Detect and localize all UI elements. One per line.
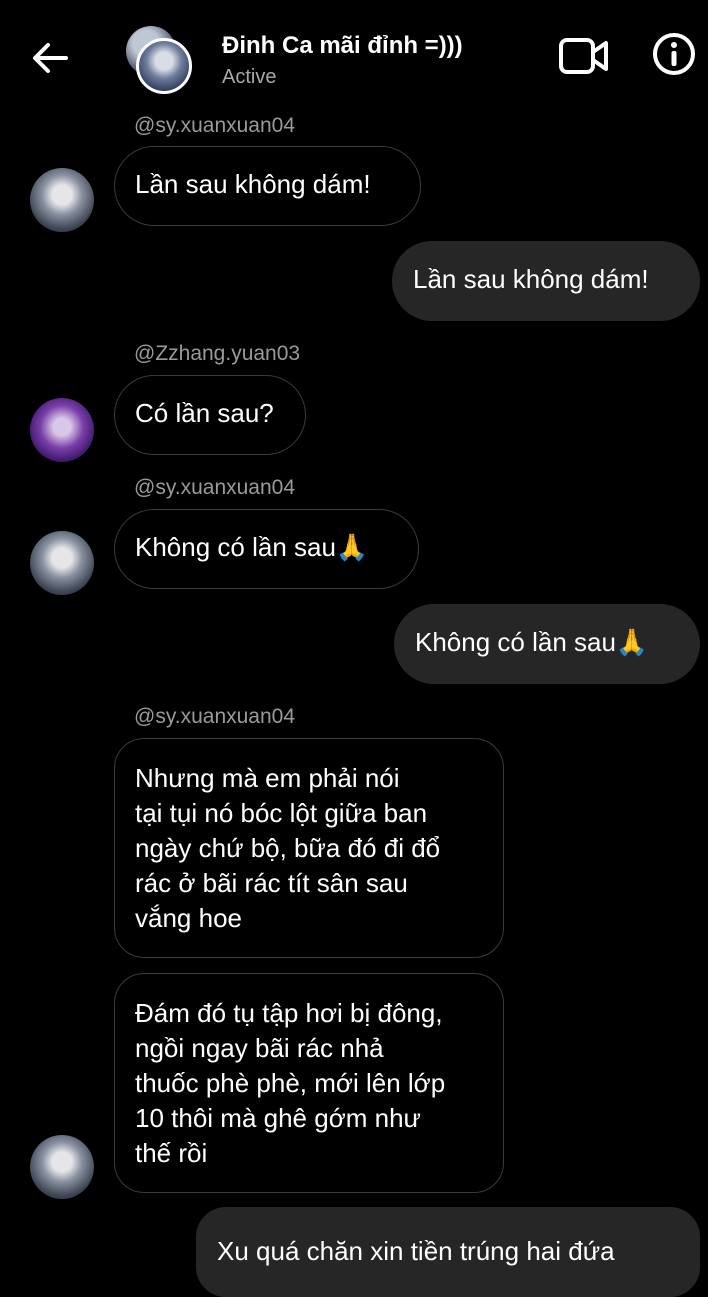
sender-avatar[interactable] <box>30 1135 94 1199</box>
sender-avatar[interactable] <box>30 531 94 595</box>
back-arrow-icon[interactable] <box>30 38 70 78</box>
message-line: rác ở bãi rác tít sân sau <box>135 868 408 898</box>
message-line: 10 thôi mà ghê gớm như <box>135 1103 421 1133</box>
sender-avatar[interactable] <box>30 398 94 462</box>
message-text: Không có lần sau🙏 <box>135 532 369 562</box>
message-line: ngồi ngay bãi rác nhả <box>135 1033 384 1063</box>
info-icon[interactable] <box>652 32 696 76</box>
message-text: Lần sau không dám! <box>413 264 649 294</box>
sender-handle: @sy.xuanxuan04 <box>134 705 296 728</box>
group-avatar-front <box>136 38 192 94</box>
message-line: Đám đó tụ tập hơi bị đông, <box>135 998 443 1028</box>
message-bubble-sent[interactable]: Xu quá chăn xin tiền trúng hai đứa <box>196 1207 700 1297</box>
sender-handle: @Zzhang.yuan03 <box>134 342 301 365</box>
sender-handle: @sy.xuanxuan04 <box>134 114 296 137</box>
message-text: Xu quá chăn xin tiền trúng hai đứa <box>217 1236 615 1266</box>
message-line: thuốc phè phè, mới lên lớp <box>135 1068 446 1098</box>
message-bubble-sent[interactable]: Không có lần sau🙏 <box>394 604 700 684</box>
message-bubble-received[interactable]: Đám đó tụ tập hơi bị đông, ngồi ngay bãi… <box>114 973 504 1193</box>
message-bubble-received[interactable]: Nhưng mà em phải nói tại tụi nó bóc lột … <box>114 738 504 958</box>
message-bubble-received[interactable]: Lần sau không dám! <box>114 146 421 226</box>
chat-header: Đinh Ca mãi đỉnh =))) Active <box>0 0 708 104</box>
message-line: vắng hoe <box>135 903 242 933</box>
message-line: tại tụi nó bóc lột giữa ban <box>135 798 428 828</box>
message-line: ngày chứ bộ, bữa đó đi đổ <box>135 833 441 863</box>
message-text: Có lần sau? <box>135 398 274 428</box>
message-line: thế rồi <box>135 1138 208 1168</box>
sender-handle: @sy.xuanxuan04 <box>134 476 296 499</box>
group-avatar[interactable] <box>126 26 194 94</box>
message-bubble-received[interactable]: Không có lần sau🙏 <box>114 509 419 589</box>
message-line: Nhưng mà em phải nói <box>135 763 400 793</box>
chat-title[interactable]: Đinh Ca mãi đỉnh =))) <box>222 32 463 60</box>
message-bubble-received[interactable]: Có lần sau? <box>114 375 306 455</box>
active-status: Active <box>222 66 277 88</box>
message-text: Không có lần sau🙏 <box>415 627 649 657</box>
video-call-icon[interactable] <box>558 36 610 76</box>
message-text: Lần sau không dám! <box>135 169 371 199</box>
sender-avatar[interactable] <box>30 168 94 232</box>
message-bubble-sent[interactable]: Lần sau không dám! <box>392 241 700 321</box>
